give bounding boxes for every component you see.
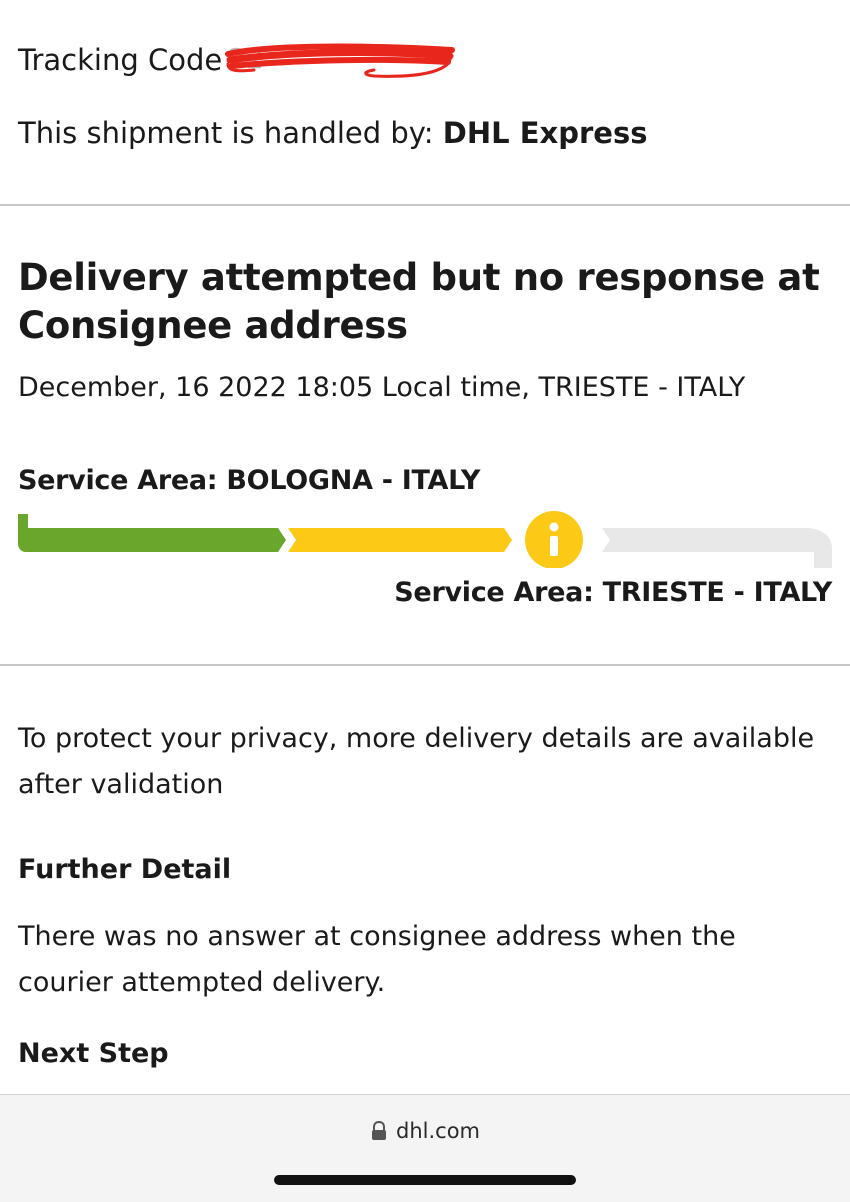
shipment-handler: This shipment is handled by: DHL Express [18,116,647,150]
url-text: dhl.com [396,1119,480,1143]
tracking-code-value: 22 [224,40,456,80]
info-icon [525,511,583,568]
tracking-code-label: Tracking Code [18,43,223,77]
tracking-code-row: Tracking Code 22 [18,40,456,80]
address-bar[interactable]: dhl.com [0,1119,850,1143]
further-detail-heading: Further Detail [18,854,232,885]
carrier-name: DHL Express [442,116,648,150]
destination-service-area: Service Area: TRIESTE - ITALY [394,577,832,608]
privacy-note: To protect your privacy, more delivery d… [18,723,815,800]
home-indicator[interactable] [274,1175,576,1185]
handler-prefix: This shipment is handled by: [18,116,434,150]
origin-service-area: Service Area: BOLOGNA - ITALY [18,465,481,496]
progress-segment-pending [602,528,832,568]
section-divider [0,664,850,666]
progress-segment-in-progress [288,528,512,552]
shipment-progress-bar [18,511,832,568]
redaction-scribble [225,43,456,78]
further-detail-text: There was no answer at consignee address… [18,921,736,998]
status-title: Delivery attempted but no response at Co… [18,256,820,347]
section-divider [0,204,850,206]
browser-bottom-bar: dhl.com [0,1094,850,1202]
lock-icon [370,1120,388,1141]
next-step-heading: Next Step [18,1038,169,1069]
progress-segment-completed [18,514,286,552]
status-datetime: December, 16 2022 18:05 Local time, TRIE… [18,372,746,403]
